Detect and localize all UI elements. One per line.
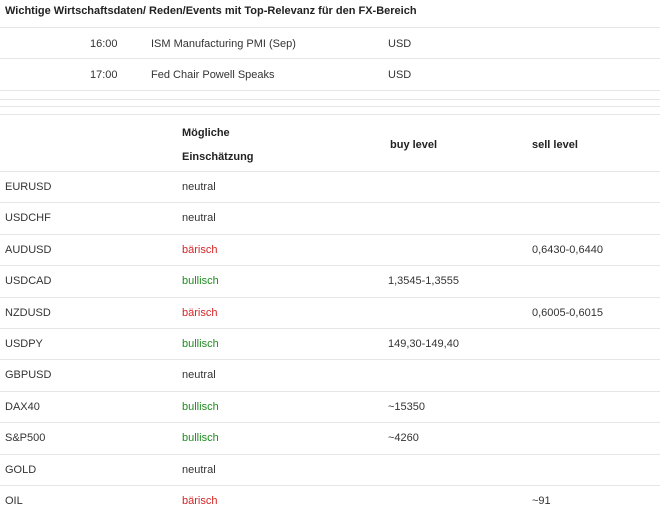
event-currency: USD <box>388 69 412 81</box>
page-title: Wichtige Wirtschaftsdaten/ Reden/Events … <box>5 5 417 17</box>
event-name: ISM Manufacturing PMI (Sep) <box>151 38 296 50</box>
row-divider <box>0 422 660 423</box>
header-assessment-line2: Einschätzung <box>182 151 254 163</box>
assessment-label: bullisch <box>182 432 219 444</box>
buy-level-value: ~4260 <box>388 432 419 444</box>
header-assessment-line1: Mögliche <box>182 127 230 139</box>
divider <box>0 90 660 91</box>
divider <box>0 58 660 59</box>
assessment-label: bullisch <box>182 338 219 350</box>
row-divider <box>0 265 660 266</box>
pair-label: USDPY <box>5 338 43 350</box>
event-time: 17:00 <box>90 69 118 81</box>
pair-label: S&P500 <box>5 432 46 444</box>
sell-level-value: 0,6005-0,6015 <box>532 307 603 319</box>
row-divider <box>0 391 660 392</box>
header-sell-level: sell level <box>532 139 578 151</box>
pair-label: USDCAD <box>5 275 52 287</box>
assessment-label: bärisch <box>182 244 218 256</box>
assessment-label: neutral <box>182 212 216 224</box>
sell-level-value: 0,6430-0,6440 <box>532 244 603 256</box>
row-divider <box>0 202 660 203</box>
divider <box>0 99 660 100</box>
assessment-label: bullisch <box>182 401 219 413</box>
event-currency: USD <box>388 38 412 50</box>
assessment-label: neutral <box>182 464 216 476</box>
assessment-label: neutral <box>182 369 216 381</box>
row-divider <box>0 234 660 235</box>
buy-level-value: 149,30-149,40 <box>388 338 459 350</box>
buy-level-value: 1,3545-1,3555 <box>388 275 459 287</box>
header-buy-level: buy level <box>390 139 438 151</box>
pair-label: NZDUSD <box>5 307 51 319</box>
divider <box>0 27 660 28</box>
assessment-label: bullisch <box>182 275 219 287</box>
sell-level-value: ~91 <box>532 495 551 507</box>
buy-level-value: ~15350 <box>388 401 426 413</box>
pair-label: USDCHF <box>5 212 51 224</box>
row-divider <box>0 359 660 360</box>
divider <box>0 106 660 107</box>
pair-label: EURUSD <box>5 181 52 193</box>
pair-label: AUDUSD <box>5 244 52 256</box>
pair-label: GOLD <box>5 464 37 476</box>
assessment-label: neutral <box>182 181 216 193</box>
row-divider <box>0 297 660 298</box>
row-divider <box>0 485 660 486</box>
event-name: Fed Chair Powell Speaks <box>151 69 275 81</box>
pair-label: GBPUSD <box>5 369 52 381</box>
divider <box>0 171 660 172</box>
row-divider <box>0 328 660 329</box>
pair-label: DAX40 <box>5 401 40 413</box>
pair-label: OIL <box>5 495 23 507</box>
event-time: 16:00 <box>90 38 118 50</box>
row-divider <box>0 454 660 455</box>
assessment-label: bärisch <box>182 307 218 319</box>
divider <box>0 114 660 115</box>
assessment-label: bärisch <box>182 495 218 507</box>
